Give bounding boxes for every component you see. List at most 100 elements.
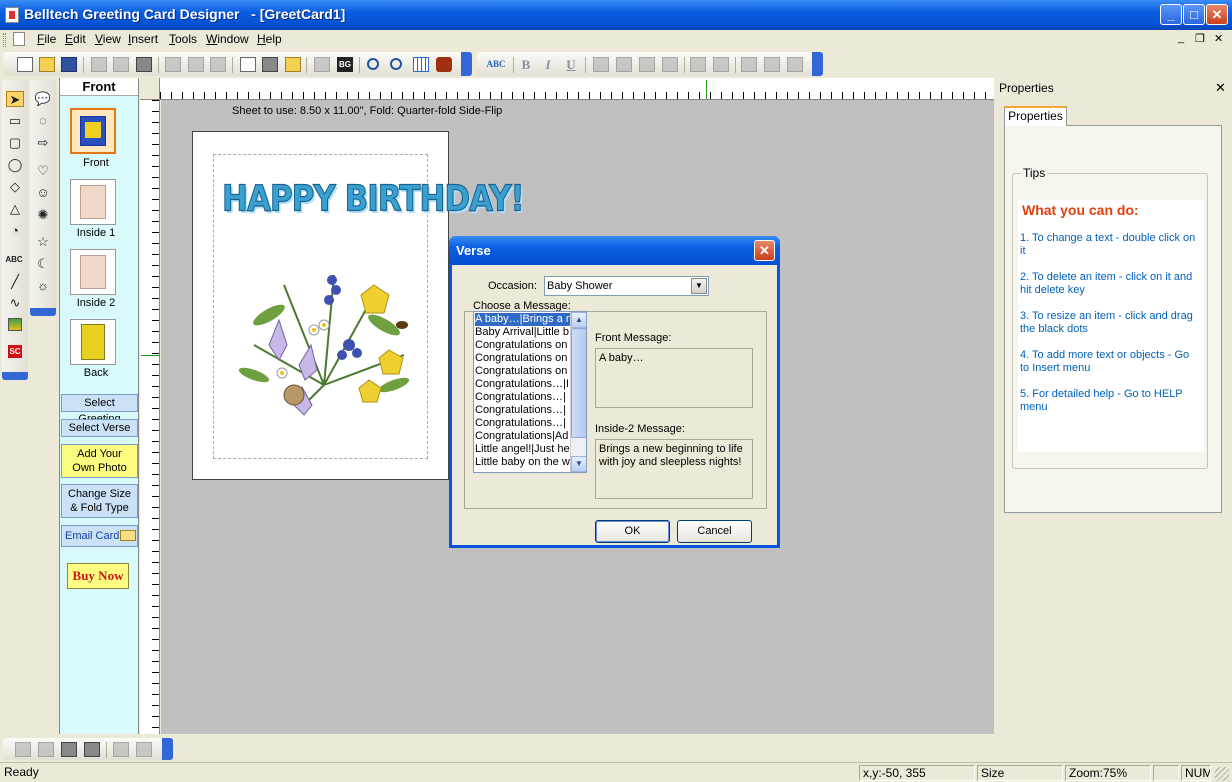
app-icon[interactable] — [5, 7, 19, 23]
zoom-in-icon[interactable] — [367, 58, 379, 70]
send-back-icon[interactable] — [764, 57, 780, 72]
pointer-tool-icon[interactable]: ➤ — [6, 91, 24, 107]
scroll-down-icon[interactable]: ▼ — [571, 456, 586, 472]
list-item[interactable]: Little baby on the w — [475, 456, 571, 469]
maximize-button[interactable]: □ — [1183, 4, 1205, 25]
menu-tools[interactable]: Tools — [169, 32, 197, 46]
list-item[interactable]: Congratulations|Ad — [475, 430, 571, 443]
undo-icon[interactable] — [165, 57, 181, 72]
ungroup-objects-icon[interactable] — [84, 742, 100, 757]
image-tool-icon[interactable] — [8, 318, 22, 331]
select-greeting-button[interactable]: Select Greeting — [61, 394, 138, 425]
mdi-minimize-button[interactable]: _ — [1178, 32, 1184, 44]
toolbar-options-chevron-icon[interactable] — [461, 52, 472, 76]
cut-icon[interactable] — [91, 57, 107, 72]
bring-forward-icon[interactable] — [113, 742, 129, 757]
toolbar-options-chevron-icon[interactable] — [162, 738, 173, 760]
paste-icon[interactable] — [136, 57, 152, 72]
smiley-tool-icon[interactable]: ☺ — [34, 185, 52, 201]
align-left-icon[interactable] — [593, 57, 609, 72]
zoom-out-icon[interactable] — [390, 58, 402, 70]
page-thumb-inside2[interactable] — [70, 249, 116, 295]
speech-bubble-tool-icon[interactable]: ◌ — [34, 113, 52, 129]
grid-icon[interactable] — [413, 57, 429, 72]
dialog-title-bar[interactable]: Verse ✕ — [449, 236, 780, 265]
arc-tool-icon[interactable]: ◔ — [6, 223, 24, 239]
align-bottom-icon[interactable] — [662, 57, 678, 72]
menu-file[interactable]: File — [37, 32, 56, 46]
scroll-thumb[interactable] — [571, 328, 586, 438]
align-top-icon[interactable] — [639, 57, 655, 72]
message-list[interactable]: A baby…|Brings a n Baby Arrival|Little b… — [473, 311, 587, 473]
cancel-button[interactable]: Cancel — [677, 520, 752, 543]
diamond-tool-icon[interactable]: ◇ — [6, 179, 24, 195]
book-icon[interactable] — [436, 57, 452, 72]
grip-handle[interactable] — [3, 33, 6, 47]
close-button[interactable]: ✕ — [1206, 4, 1228, 25]
list-item[interactable]: Congratulations on — [475, 365, 571, 378]
group-icon[interactable] — [787, 57, 803, 72]
list-item[interactable]: Congratulations…| — [475, 391, 571, 404]
rotate-right-icon[interactable] — [690, 57, 706, 72]
page-thumb-front[interactable] — [70, 108, 116, 154]
menu-help[interactable]: Help — [257, 32, 282, 46]
align-right-icon[interactable] — [616, 57, 632, 72]
list-item[interactable]: Congratulations…| — [475, 404, 571, 417]
list-item[interactable]: Congratulations on — [475, 339, 571, 352]
send-backward-icon[interactable] — [136, 742, 152, 757]
burst-tool-icon[interactable]: ✺ — [34, 207, 52, 223]
save-icon[interactable] — [61, 57, 77, 72]
add-photo-button[interactable]: Add Your Own Photo — [61, 444, 138, 478]
select-verse-button[interactable]: Select Verse — [61, 419, 138, 437]
document-icon[interactable] — [13, 32, 25, 46]
list-item[interactable]: Little angel!|Just he — [475, 443, 571, 456]
card-title-text[interactable]: HAPPY BIRTHDAY! — [222, 178, 526, 221]
unlock-icon[interactable] — [38, 742, 54, 757]
chevron-down-icon[interactable]: ▼ — [691, 278, 707, 294]
list-item[interactable]: A baby…|Brings a n — [474, 312, 572, 327]
background-icon[interactable]: BG — [337, 57, 353, 72]
toolbar-options-chevron-icon[interactable] — [812, 52, 823, 76]
delete-icon[interactable] — [210, 57, 226, 72]
buy-now-button[interactable]: Buy Now — [67, 563, 129, 589]
underline-icon[interactable]: U — [563, 57, 579, 72]
scroll-up-icon[interactable]: ▲ — [571, 312, 586, 328]
inside2-message-field[interactable]: Brings a new beginning to life with joy … — [595, 439, 753, 499]
new-icon[interactable] — [17, 57, 33, 72]
moon-tool-icon[interactable]: ☾ — [34, 256, 52, 272]
heart-tool-icon[interactable]: ♡ — [34, 163, 52, 179]
print-icon[interactable] — [262, 57, 278, 72]
toolbar-options-chevron-icon[interactable] — [30, 308, 56, 316]
sun-tool-icon[interactable]: ☼ — [34, 278, 52, 294]
arrow-tool-icon[interactable]: ⇨ — [34, 135, 52, 151]
menu-view[interactable]: View — [95, 32, 121, 46]
properties-close-icon[interactable]: ✕ — [1215, 80, 1226, 96]
change-size-button[interactable]: Change Size & Fold Type — [61, 484, 138, 518]
open-icon[interactable] — [39, 57, 55, 72]
ok-button[interactable]: OK — [595, 520, 670, 543]
special-char-icon[interactable]: SC — [8, 345, 22, 358]
bold-icon[interactable]: B — [518, 57, 534, 72]
properties-icon[interactable] — [314, 57, 330, 72]
callout-tool-icon[interactable]: 💬 — [34, 91, 52, 107]
mdi-restore-button[interactable]: ❐ — [1195, 32, 1205, 45]
text-tool-icon[interactable]: ABC — [5, 252, 23, 268]
menu-insert[interactable]: Insert — [128, 32, 158, 46]
page-thumb-inside1[interactable] — [70, 179, 116, 225]
list-item[interactable]: Baby Arrival|Little b — [475, 326, 571, 339]
email-icon[interactable] — [285, 57, 301, 72]
page-thumb-back[interactable] — [70, 319, 116, 365]
curve-tool-icon[interactable]: ∿ — [6, 295, 24, 311]
occasion-select[interactable]: Baby Shower ▼ — [544, 276, 709, 296]
triangle-tool-icon[interactable]: △ — [6, 201, 24, 217]
bring-front-icon[interactable] — [741, 57, 757, 72]
menu-edit[interactable]: Edit — [65, 32, 86, 46]
lock-icon[interactable] — [15, 742, 31, 757]
tab-properties[interactable]: Properties — [1004, 106, 1067, 126]
menu-window[interactable]: Window — [206, 32, 249, 46]
star-tool-icon[interactable]: ☆ — [34, 234, 52, 250]
rounded-rect-tool-icon[interactable]: ▢ — [6, 135, 24, 151]
dialog-close-button[interactable]: ✕ — [754, 240, 775, 261]
rotate-left-icon[interactable] — [713, 57, 729, 72]
minimize-button[interactable]: _ — [1160, 4, 1182, 25]
